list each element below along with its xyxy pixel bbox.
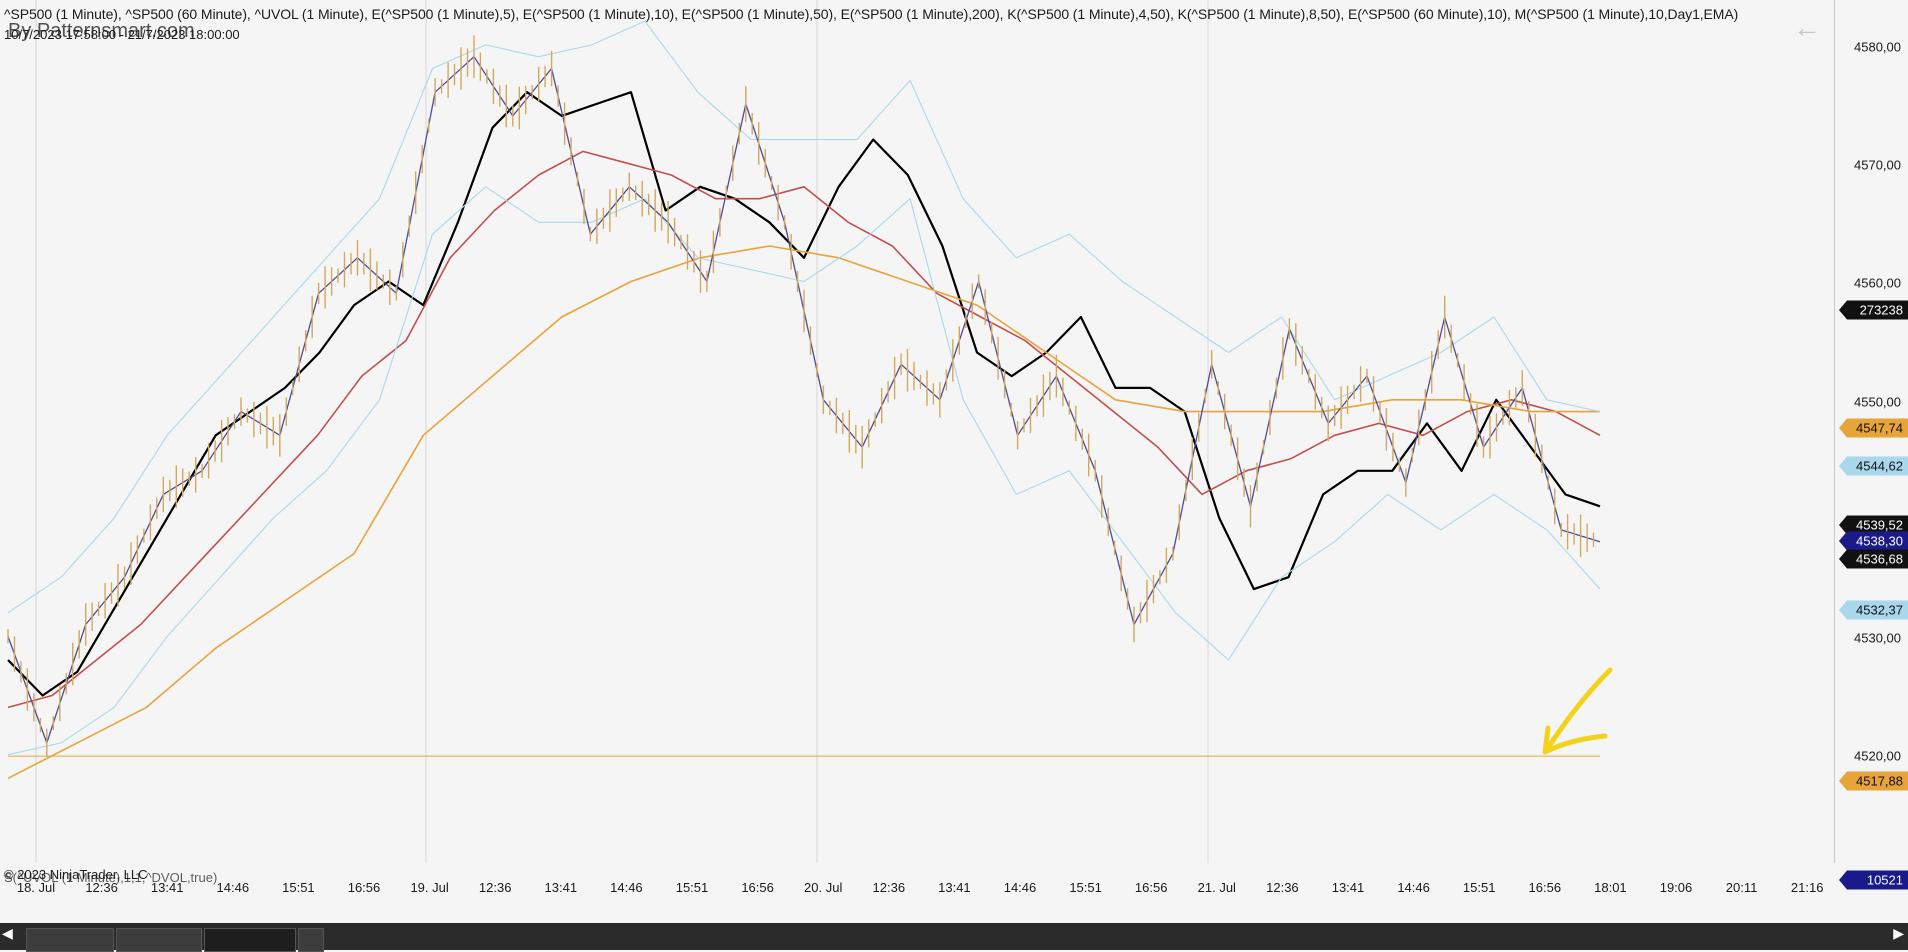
time-label: 13:41 — [150, 880, 184, 895]
time-label: 12:36 — [872, 880, 906, 895]
price-tag-keltner-upper: 4544,62 — [1839, 456, 1908, 476]
time-label: 13:41 — [938, 880, 971, 895]
time-label: 15:51 — [1069, 880, 1102, 895]
time-label: 19. Jul — [410, 880, 449, 895]
time-label: 16:56 — [741, 880, 774, 895]
time-label: 21:16 — [1790, 880, 1824, 895]
chart-tab[interactable] — [26, 928, 114, 952]
time-label: 18:01 — [1594, 880, 1627, 895]
time-label: 15:51 — [1462, 880, 1496, 895]
chart-tab-active[interactable] — [204, 928, 296, 952]
time-label: 12:36 — [478, 880, 512, 895]
time-label: 20:11 — [1725, 880, 1758, 895]
time-label: 16:56 — [1134, 880, 1168, 895]
price-tag-ema5: 4536,68 — [1839, 549, 1908, 569]
time-label: 14:46 — [1003, 880, 1037, 895]
time-label: 15:51 — [675, 880, 709, 895]
chart-date-range: 10/7/2023 17:58:00 - 21/7/2023 18:00:00 — [4, 27, 240, 42]
price-label: 4520,00 — [1854, 748, 1901, 764]
time-label: 13:41 — [544, 880, 578, 895]
time-label: 13:41 — [1331, 880, 1365, 895]
time-label: 18. Jul — [16, 880, 56, 895]
price-chart[interactable] — [0, 0, 1834, 863]
series-line-1 — [7, 150, 1601, 709]
price-tag-keltner-lower: 4532,37 — [1839, 600, 1908, 620]
time-label: 16:56 — [1528, 880, 1562, 895]
time-axis[interactable]: 18. Jul 12:36 13:41 14:46 15:51 16:56 19. Jul 1… — [0, 880, 1908, 920]
time-label: 20. Jul — [804, 880, 843, 895]
time-label: 14:46 — [610, 880, 643, 895]
price-tag-ema200: 4547,74 — [1839, 418, 1908, 438]
price-label: 4530,00 — [1854, 630, 1901, 646]
back-arrow-icon[interactable]: ← — [1793, 12, 1821, 44]
price-label: 4570,00 — [1854, 157, 1901, 173]
price-label: 4580,00 — [1854, 39, 1901, 55]
price-label: 4550,00 — [1854, 394, 1901, 410]
chart-title: ^SP500 (1 Minute), ^SP500 (60 Minute), ^… — [4, 6, 1739, 22]
time-label: 21. Jul — [1197, 880, 1236, 895]
scroll-right-icon[interactable]: ▶ — [1893, 925, 1904, 942]
time-label: 14:46 — [1397, 880, 1430, 895]
time-label: 12:36 — [85, 880, 118, 895]
yellow-arrow-annotation — [1542, 667, 1613, 755]
chart-area[interactable]: By Patternsmart.com ^SP500 (1 Minute), ^… — [0, 0, 1834, 885]
bottom-tab-bar: ◀ ▶ — [0, 923, 1908, 952]
scroll-left-icon[interactable]: ◀ — [2, 925, 13, 942]
time-label: 14:46 — [216, 880, 250, 895]
time-label: 16:56 — [347, 880, 381, 895]
price-tag-hline: 4517,88 — [1839, 771, 1908, 791]
price-tag-close: 4538,30 — [1839, 531, 1908, 551]
time-label: 15:51 — [282, 880, 315, 895]
price-label: 4560,00 — [1854, 275, 1901, 291]
chart-tab[interactable] — [298, 928, 324, 952]
price-axis[interactable]: 4580,00 4570,00 4560,00 4550,00 4540,00 … — [1834, 0, 1908, 890]
time-label: 19:06 — [1659, 880, 1693, 895]
chart-tab[interactable] — [116, 928, 202, 952]
time-label: 12:36 — [1266, 880, 1299, 895]
price-tag-volume: 273238 — [1839, 300, 1908, 320]
